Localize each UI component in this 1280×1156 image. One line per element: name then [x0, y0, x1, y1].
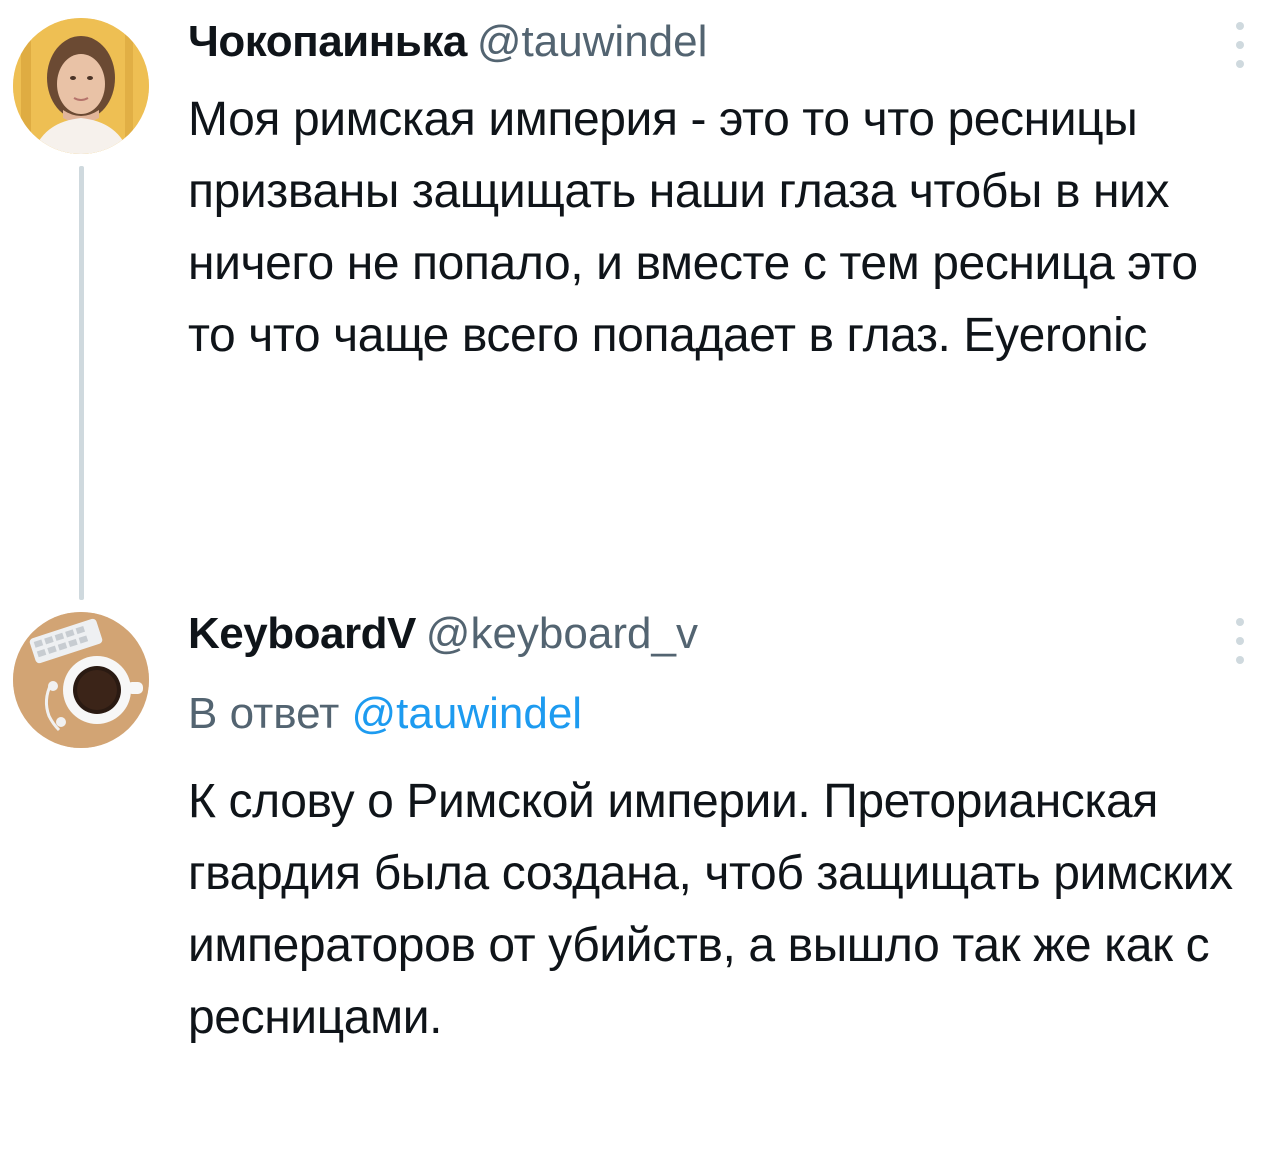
more-options-button[interactable]: [1230, 22, 1250, 68]
user-avatar-photo-icon: [13, 18, 149, 154]
more-options-button[interactable]: [1230, 618, 1250, 664]
avatar[interactable]: [13, 18, 149, 154]
tweet-text: Моя римская империя - это то что ресницы…: [188, 93, 1198, 362]
more-vertical-icon: [1236, 22, 1244, 30]
tweet-text: К слову о Римской империи. Преторианская…: [188, 775, 1233, 1044]
tweet-header: Чокопаинька @tauwindel: [188, 16, 707, 68]
display-name[interactable]: Чокопаинька: [188, 17, 467, 66]
reply-to-link[interactable]: @tauwindel: [352, 689, 583, 738]
replying-to: В ответ @tauwindel: [188, 688, 582, 740]
reply-prefix: В ответ: [188, 689, 340, 738]
tweet-header: KeyboardV @keyboard_v: [188, 608, 698, 660]
handle[interactable]: @tauwindel: [477, 17, 708, 66]
thread-line: [79, 166, 84, 600]
coffee-cup-avatar-icon: [13, 612, 149, 748]
tweet-original: Чокопаинька @tauwindel Моя римская импери…: [0, 0, 1280, 600]
display-name[interactable]: KeyboardV: [188, 609, 416, 658]
tweet-reply: KeyboardV @keyboard_v В ответ @tauwindel …: [0, 600, 1280, 1156]
avatar[interactable]: [13, 612, 149, 748]
more-vertical-icon: [1236, 618, 1244, 626]
handle[interactable]: @keyboard_v: [426, 609, 698, 658]
